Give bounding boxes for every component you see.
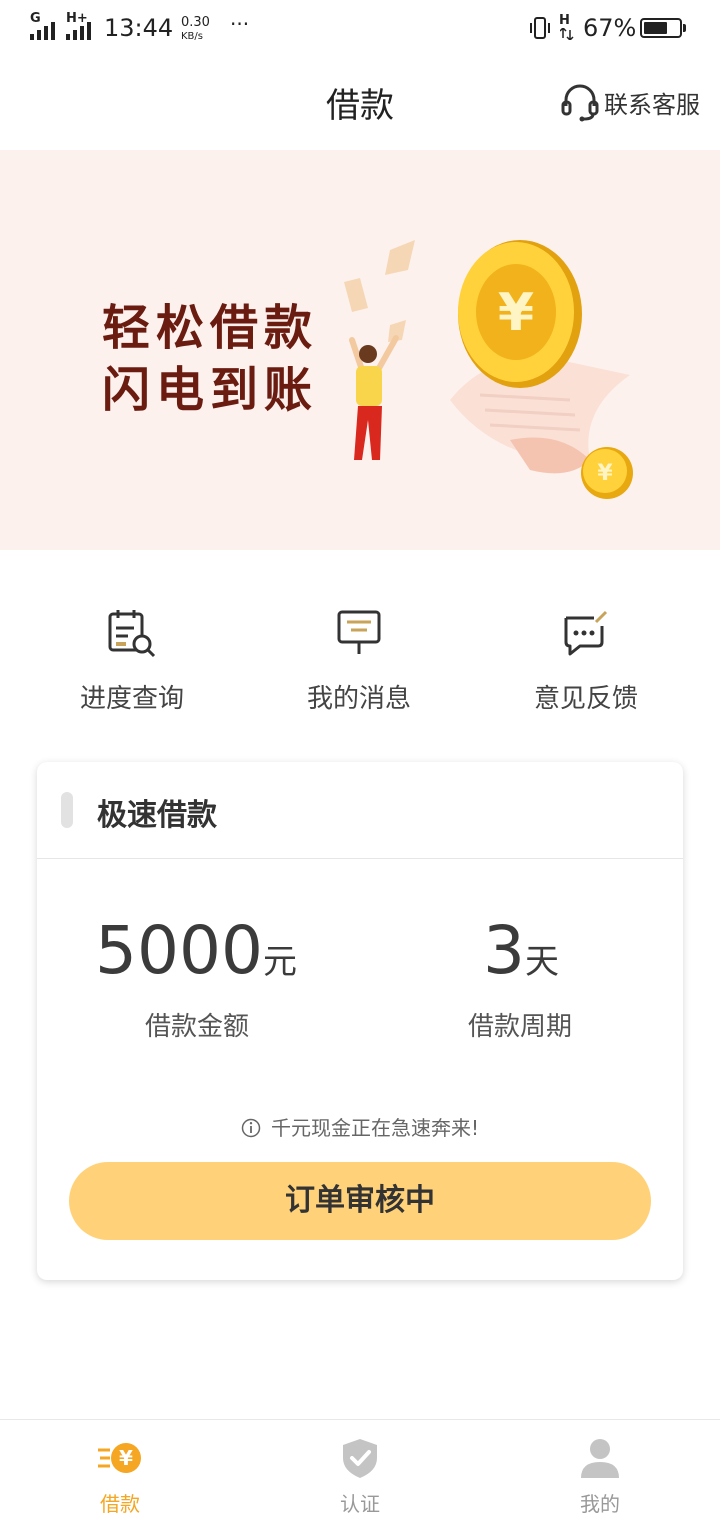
tab-loan[interactable]: ¥ 借款 xyxy=(0,1420,240,1521)
headset-icon xyxy=(561,84,599,122)
quick-action-progress[interactable]: 进度查询 xyxy=(32,606,232,715)
order-status-button[interactable]: 订单审核中 xyxy=(69,1162,651,1240)
quick-action-messages[interactable]: 我的消息 xyxy=(259,606,459,715)
vibrate-icon xyxy=(530,17,550,39)
loan-card: 极速借款 5000元 借款金额 3天 借款周期 千元现金正在急速奔来! 订单审核… xyxy=(37,762,683,1280)
signal-strength-icon xyxy=(66,22,91,40)
info-icon xyxy=(241,1118,261,1138)
loan-card-header: 极速借款 xyxy=(37,762,683,859)
user-icon xyxy=(581,1439,619,1478)
data-transfer-icon xyxy=(560,28,574,40)
loan-period: 3天 xyxy=(483,912,603,989)
battery-percent: 67% xyxy=(583,14,637,42)
more-notifications-icon: ··· xyxy=(230,12,250,36)
loan-tip-text: 千元现金正在急速奔来! xyxy=(270,1116,480,1140)
tab-verification[interactable]: 认证 xyxy=(240,1420,480,1521)
net-speed-value: 0.30 xyxy=(181,15,210,30)
loan-period-value: 3 xyxy=(483,912,525,989)
clock: 13:44 xyxy=(104,14,174,42)
quick-action-progress-label: 进度查询 xyxy=(79,684,184,714)
contact-customer-service-label: 联系客服 xyxy=(604,90,700,119)
message-board-icon xyxy=(337,610,381,654)
tab-verification-label: 认证 xyxy=(340,1492,380,1516)
shield-check-icon xyxy=(343,1439,377,1478)
card-title-accent xyxy=(61,792,73,828)
quick-action-messages-label: 我的消息 xyxy=(306,684,411,714)
loan-period-label: 借款周期 xyxy=(467,1012,572,1042)
loan-amount-value: 5000 xyxy=(95,912,263,989)
tab-loan-yen-glyph: ¥ xyxy=(119,1446,133,1470)
loan-amount-unit: 元 xyxy=(262,942,297,982)
tab-mine[interactable]: 我的 xyxy=(480,1420,720,1521)
status-bar: G H+ 13:44 0.30 KB/s ··· H 67% xyxy=(0,0,720,58)
tab-mine-label: 我的 xyxy=(580,1492,620,1516)
battery-icon xyxy=(640,18,682,38)
network-type-3: H xyxy=(559,13,570,28)
signal-strength-icon xyxy=(30,22,55,40)
net-speed-unit: KB/s xyxy=(181,31,203,42)
coin-yen-symbol: ¥ xyxy=(498,283,534,343)
feedback-chat-icon xyxy=(564,610,608,656)
calendar-search-icon xyxy=(108,610,156,658)
bottom-tab-bar: ¥ 借款 认证 我的 xyxy=(0,1419,720,1521)
loan-card-title: 极速借款 xyxy=(97,798,217,833)
loan-tip: 千元现金正在急速奔来! xyxy=(37,1112,683,1141)
loan-amount-label: 借款金额 xyxy=(144,1012,249,1042)
small-coin-yen-symbol: ¥ xyxy=(597,461,613,486)
loan-yen-icon: ¥ xyxy=(98,1443,141,1473)
header: 借款 联系客服 xyxy=(0,58,720,150)
loan-amount: 5000元 xyxy=(95,912,325,989)
banner-headline-1: 轻松借款 xyxy=(102,300,319,356)
banner-illustration: ¥ ¥ xyxy=(344,240,633,499)
tab-loan-label: 借款 xyxy=(100,1492,140,1516)
loan-period-unit: 天 xyxy=(525,942,559,982)
banner-headline-2: 闪电到账 xyxy=(102,362,319,418)
contact-customer-service-button[interactable]: 联系客服 xyxy=(560,82,700,122)
battery-tip xyxy=(683,24,686,32)
quick-action-feedback[interactable]: 意见反馈 xyxy=(486,606,686,715)
quick-action-feedback-label: 意见反馈 xyxy=(533,684,638,714)
promo-banner[interactable]: 轻松借款 闪电到账 ¥ ¥ xyxy=(0,150,720,550)
